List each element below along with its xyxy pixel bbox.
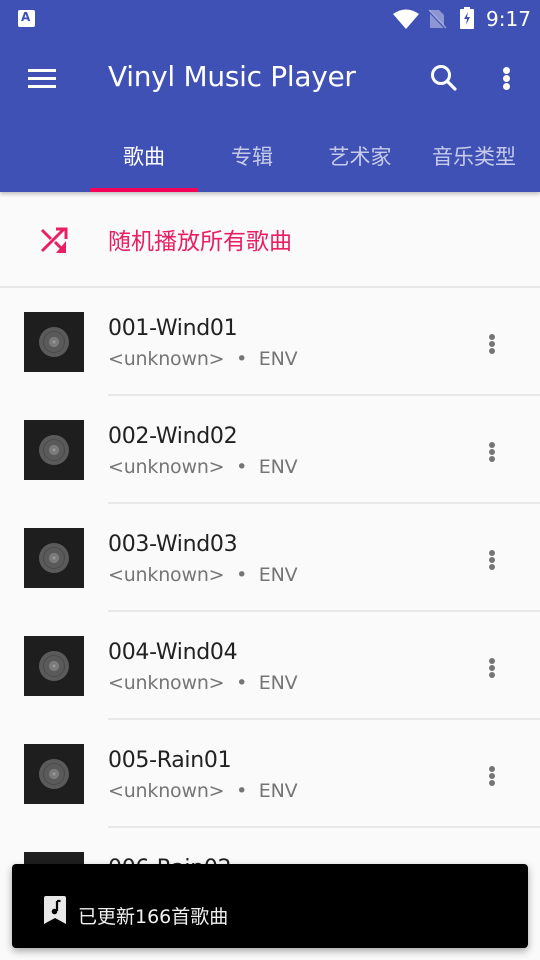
shuffle-icon (40, 227, 68, 253)
separator-dot: • (236, 456, 248, 478)
vinyl-disc-icon (39, 651, 69, 681)
song-row[interactable]: 005-Rain01 <unknown> • ENV (0, 720, 540, 828)
app-title: Vinyl Music Player (108, 60, 356, 93)
tab-genres[interactable]: 音乐类型 (414, 122, 534, 192)
snackbar-message: 已更新166首歌曲 (78, 906, 229, 928)
song-title: 005-Rain01 (108, 748, 232, 773)
shuffle-all-button[interactable]: 随机播放所有歌曲 (0, 192, 540, 287)
song-album: ENV (258, 672, 298, 694)
accessibility-app-icon: A (18, 10, 35, 27)
album-art (24, 636, 84, 696)
song-row[interactable]: 001-Wind01 <unknown> • ENV (0, 288, 540, 396)
search-button[interactable] (424, 58, 464, 98)
album-art (24, 528, 84, 588)
search-icon (431, 65, 457, 91)
hamburger-menu-icon (28, 69, 56, 72)
tab-songs[interactable]: 歌曲 (90, 122, 198, 192)
song-artist: <unknown> (108, 780, 225, 802)
vinyl-disc-icon (39, 327, 69, 357)
song-title: 004-Wind04 (108, 640, 238, 665)
song-album: ENV (258, 564, 298, 586)
song-title: 003-Wind03 (108, 532, 238, 557)
more-vert-icon (489, 334, 495, 340)
vinyl-disc-icon (39, 435, 69, 465)
shuffle-all-label: 随机播放所有歌曲 (108, 229, 292, 255)
song-subtitle: <unknown> • ENV (108, 348, 298, 370)
overflow-menu-button[interactable] (490, 58, 522, 98)
song-subtitle: <unknown> • ENV (108, 780, 298, 802)
song-menu-button[interactable] (478, 326, 506, 360)
song-menu-button[interactable] (478, 650, 506, 684)
song-album: ENV (258, 348, 298, 370)
tab-albums[interactable]: 专辑 (198, 122, 306, 192)
song-menu-button[interactable] (478, 434, 506, 468)
clock: 9:17 (486, 7, 531, 31)
song-album: ENV (258, 456, 298, 478)
song-row[interactable]: 004-Wind04 <unknown> • ENV (0, 612, 540, 720)
song-menu-button[interactable] (478, 758, 506, 792)
song-album: ENV (258, 780, 298, 802)
wifi-icon (393, 9, 419, 29)
album-art (24, 312, 84, 372)
song-artist: <unknown> (108, 348, 225, 370)
more-vert-icon (489, 658, 495, 664)
more-vert-icon (489, 550, 495, 556)
battery-charging-icon (460, 7, 474, 29)
vinyl-disc-icon (39, 759, 69, 789)
song-title: 002-Wind02 (108, 424, 238, 449)
album-art (24, 744, 84, 804)
song-artist: <unknown> (108, 456, 225, 478)
more-vert-icon (489, 766, 495, 772)
app-bar: A 9:17 Vinyl Music Player 歌曲 专辑 艺术家 音乐类型 (0, 0, 540, 192)
tab-artists[interactable]: 艺术家 (306, 122, 414, 192)
song-menu-button[interactable] (478, 542, 506, 576)
more-vert-icon (503, 67, 510, 74)
status-bar: A 9:17 (0, 0, 540, 36)
separator-dot: • (236, 672, 248, 694)
snackbar: 已更新166首歌曲 (12, 864, 528, 948)
album-art (24, 420, 84, 480)
separator-dot: • (236, 780, 248, 802)
song-row[interactable]: 002-Wind02 <unknown> • ENV (0, 396, 540, 504)
separator-dot: • (236, 348, 248, 370)
song-subtitle: <unknown> • ENV (108, 564, 298, 586)
song-title: 001-Wind01 (108, 316, 238, 341)
vinyl-disc-icon (39, 543, 69, 573)
song-artist: <unknown> (108, 672, 225, 694)
tab-bar: 歌曲 专辑 艺术家 音乐类型 (0, 122, 540, 192)
navigation-menu-button[interactable] (22, 62, 62, 96)
toolbar: Vinyl Music Player (0, 36, 540, 122)
music-bookmark-icon (44, 896, 66, 924)
no-sim-icon (427, 9, 447, 30)
song-subtitle: <unknown> • ENV (108, 672, 298, 694)
more-vert-icon (489, 442, 495, 448)
song-row[interactable]: 003-Wind03 <unknown> • ENV (0, 504, 540, 612)
song-subtitle: <unknown> • ENV (108, 456, 298, 478)
song-artist: <unknown> (108, 564, 225, 586)
separator-dot: • (236, 564, 248, 586)
tab-indicator (90, 188, 198, 192)
